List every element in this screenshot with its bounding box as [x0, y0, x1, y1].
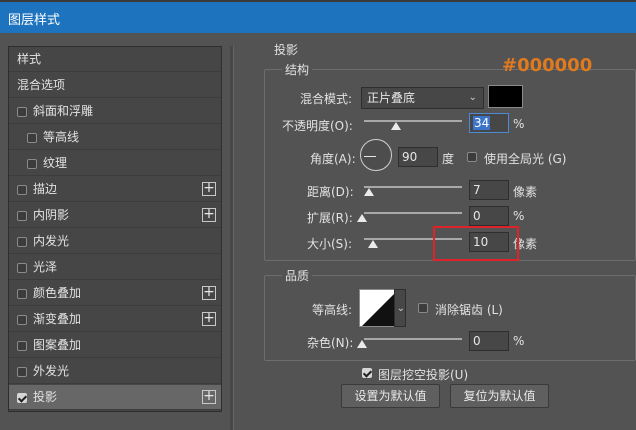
size-label: 大小(S):: [307, 237, 353, 251]
distance-slider-thumb[interactable]: [364, 188, 374, 196]
style-item[interactable]: 外发光: [9, 359, 221, 384]
styles-list: 样式混合选项斜面和浮雕等高线纹理描边 + 内阴影 + 内发光光泽颜色叠加 + 渐变叠加 + 图案…: [8, 46, 222, 412]
chevron-down-icon: ⌄: [468, 92, 477, 103]
opacity-slider-thumb[interactable]: [391, 122, 401, 130]
add-effect-plus-icon[interactable]: +: [202, 389, 216, 404]
distance-input[interactable]: 7: [469, 180, 509, 200]
style-item[interactable]: 渐变叠加 +: [9, 307, 221, 332]
contour-label: 等高线:: [312, 303, 353, 317]
style-item-label: 投影: [33, 390, 58, 404]
blend-mode-label: 混合模式:: [300, 92, 353, 106]
style-item[interactable]: 内阴影 +: [9, 203, 221, 228]
add-effect-plus-icon[interactable]: +: [202, 311, 216, 326]
style-item-checkbox[interactable]: [27, 159, 37, 169]
chevron-down-icon: ⌄: [396, 303, 405, 314]
angle-unit: 度: [442, 152, 455, 166]
contour-preview-icon: [362, 292, 396, 326]
global-light-checkbox[interactable]: [467, 152, 477, 162]
blend-mode-value: 正片叠底: [367, 91, 416, 105]
style-item-checkbox[interactable]: [17, 263, 27, 273]
global-light-label: 使用全局光 (G): [484, 152, 567, 166]
style-item[interactable]: 样式: [9, 47, 221, 72]
style-item-label: 混合选项: [17, 78, 66, 92]
style-item-label: 等高线: [43, 130, 80, 144]
style-item-label: 渐变叠加: [33, 312, 82, 326]
contour-picker[interactable]: [359, 289, 397, 327]
distance-slider-track[interactable]: [364, 186, 462, 188]
spread-label: 扩展(R):: [307, 211, 353, 225]
style-item-checkbox[interactable]: [27, 133, 37, 143]
noise-label: 杂色(N):: [307, 336, 354, 350]
angle-dial[interactable]: [360, 139, 392, 171]
style-item-label: 样式: [17, 52, 42, 66]
antialias-checkbox[interactable]: [418, 303, 428, 313]
style-item[interactable]: 纹理: [9, 151, 221, 176]
style-item-checkbox[interactable]: [17, 289, 27, 299]
style-item-checkbox[interactable]: [17, 367, 27, 377]
style-item-checkbox[interactable]: [17, 341, 27, 351]
style-item-checkbox[interactable]: [17, 393, 27, 403]
style-item-checkbox[interactable]: [17, 237, 27, 247]
quality-title: 品质: [282, 267, 313, 284]
style-item[interactable]: 内发光: [9, 229, 221, 254]
spread-unit: %: [513, 209, 525, 223]
style-item-label: 纹理: [43, 156, 68, 170]
knockout-label: 图层挖空投影(U): [378, 368, 469, 382]
panel-divider: [230, 46, 234, 430]
style-item[interactable]: 斜面和浮雕: [9, 99, 221, 124]
style-item-checkbox[interactable]: [17, 107, 27, 117]
add-effect-plus-icon[interactable]: +: [202, 181, 216, 196]
reset-default-button[interactable]: 复位为默认值: [450, 384, 549, 408]
style-item[interactable]: 混合选项: [9, 73, 221, 98]
style-item-label: 描边: [33, 182, 58, 196]
style-item-label: 光泽: [33, 260, 58, 274]
style-item[interactable]: 图案叠加: [9, 333, 221, 358]
style-item-label: 内阴影: [33, 208, 70, 222]
opacity-input[interactable]: 34: [469, 113, 509, 133]
distance-label: 距离(D):: [307, 185, 354, 199]
blend-mode-select[interactable]: 正片叠底 ⌄: [361, 87, 484, 109]
style-item[interactable]: 描边 +: [9, 177, 221, 202]
style-item-label: 外发光: [33, 364, 70, 378]
noise-slider-thumb[interactable]: [357, 340, 367, 348]
highlight-annotation-box: [433, 226, 519, 261]
contour-dropdown[interactable]: ⌄: [394, 289, 406, 327]
style-item[interactable]: 等高线: [9, 125, 221, 150]
angle-label: 角度(A):: [310, 152, 356, 166]
window-title: 图层样式: [8, 13, 61, 28]
knockout-checkbox[interactable]: [362, 368, 372, 378]
size-slider-thumb[interactable]: [368, 240, 378, 248]
opacity-label: 不透明度(O):: [282, 119, 353, 133]
style-item-label: 图案叠加: [33, 338, 82, 352]
opacity-unit: %: [513, 117, 525, 131]
distance-unit: 像素: [513, 185, 538, 199]
style-item-checkbox[interactable]: [17, 315, 27, 325]
structure-title: 结构: [282, 61, 313, 78]
noise-slider-track[interactable]: [364, 338, 462, 340]
style-item-label: 内发光: [33, 234, 70, 248]
add-effect-plus-icon[interactable]: +: [202, 207, 216, 222]
color-annotation: #000000: [502, 55, 593, 76]
section-title-drop-shadow: 投影: [274, 43, 299, 57]
style-item[interactable]: 颜色叠加 +: [9, 281, 221, 306]
style-item-label: 颜色叠加: [33, 286, 82, 300]
spread-slider-track[interactable]: [364, 212, 462, 214]
add-effect-plus-icon[interactable]: +: [202, 285, 216, 300]
angle-input[interactable]: 90: [398, 147, 438, 167]
style-item[interactable]: 光泽: [9, 255, 221, 280]
style-item[interactable]: 投影 +: [9, 385, 221, 410]
antialias-label: 消除锯齿 (L): [435, 303, 503, 317]
style-item-checkbox[interactable]: [17, 211, 27, 221]
noise-input[interactable]: 0: [469, 331, 509, 351]
spread-input[interactable]: 0: [469, 206, 509, 226]
opacity-slider-track[interactable]: [364, 120, 462, 122]
style-item-checkbox[interactable]: [17, 185, 27, 195]
title-bar: 图层样式: [0, 0, 636, 33]
spread-slider-thumb[interactable]: [357, 214, 367, 222]
set-default-button[interactable]: 设置为默认值: [341, 384, 440, 408]
shadow-color-swatch[interactable]: [488, 85, 523, 108]
style-item-label: 斜面和浮雕: [33, 104, 94, 118]
noise-unit: %: [513, 334, 525, 348]
